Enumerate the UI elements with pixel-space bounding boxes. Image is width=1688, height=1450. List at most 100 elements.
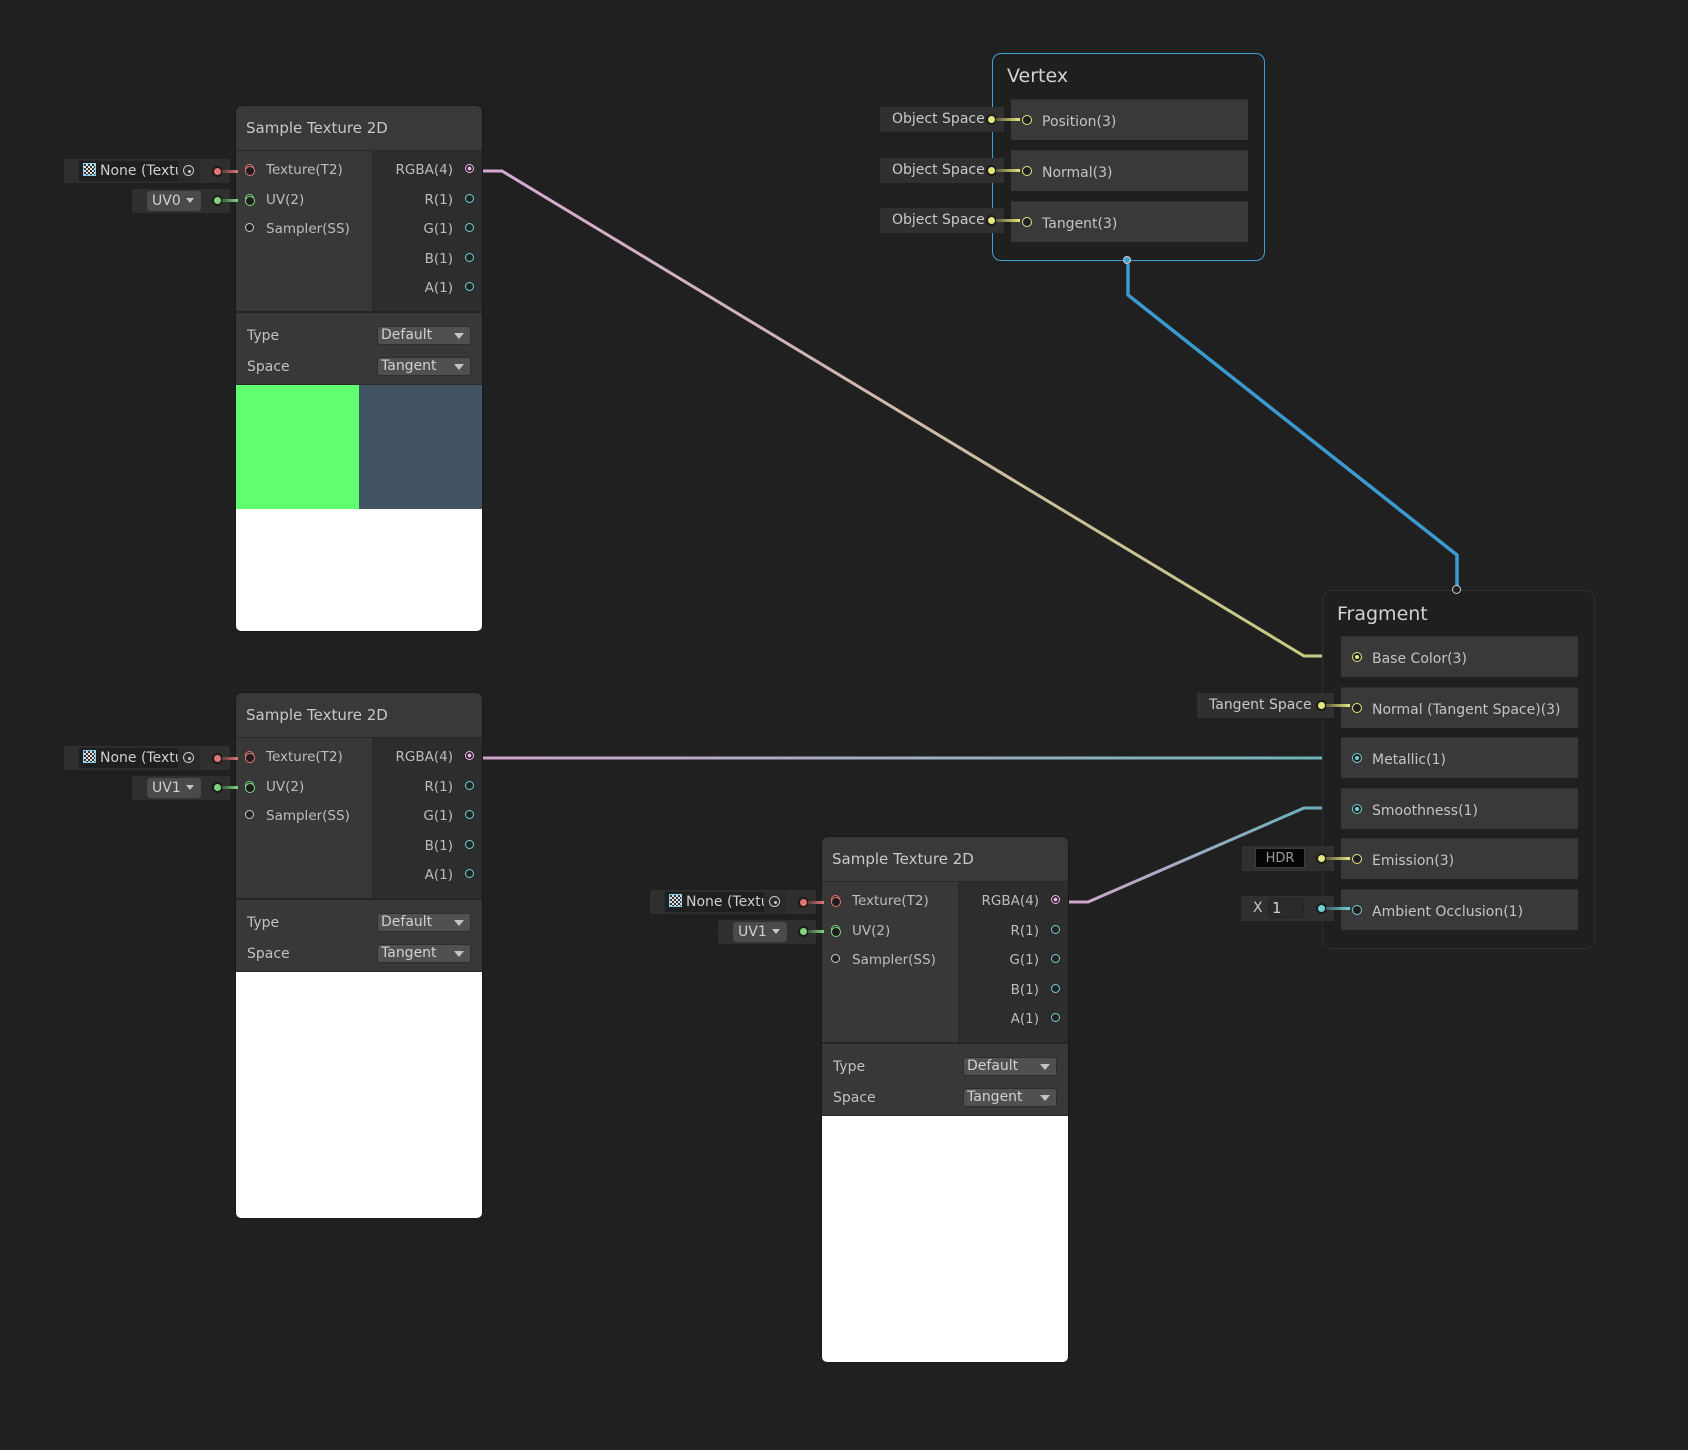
output-port-r[interactable]: R(1) — [424, 775, 474, 799]
fragment-slot-emission[interactable]: Emission(3) — [1341, 839, 1578, 879]
fragment-slot-ambient-occlusion[interactable]: Ambient Occlusion(1) — [1341, 890, 1578, 930]
input-port-sampler[interactable]: Sampler(SS) — [245, 804, 350, 828]
input-port-texture[interactable]: Texture(T2) — [245, 745, 343, 769]
output-port-g[interactable]: G(1) — [423, 804, 474, 828]
uv-channel-dropdown[interactable]: UV1 — [147, 778, 201, 798]
object-picker-icon[interactable] — [178, 747, 200, 769]
vector3-port-icon[interactable] — [1352, 703, 1362, 713]
ao-value-field[interactable]: 1 — [1268, 898, 1304, 918]
fragment-slot-base-color[interactable]: Base Color(3) — [1341, 637, 1578, 677]
sampler-port-icon[interactable] — [245, 222, 254, 232]
sampler-port-icon[interactable] — [245, 809, 254, 819]
port-label: R(1) — [1010, 923, 1039, 939]
fragment-context[interactable]: Fragment Base Color(3) Normal (Tangent S… — [1322, 590, 1595, 949]
vector3-port-icon[interactable] — [1022, 115, 1032, 125]
output-port-rgba[interactable]: RGBA(4) — [396, 745, 474, 769]
input-port-texture[interactable]: Texture(T2) — [245, 158, 343, 182]
output-port-a[interactable]: A(1) — [425, 276, 474, 300]
type-dropdown[interactable]: Default — [963, 1057, 1057, 1076]
vector4-port-icon[interactable] — [1051, 894, 1060, 904]
vector4-port-icon[interactable] — [465, 750, 474, 760]
vertex-slot-normal[interactable]: Normal(3) — [1011, 151, 1248, 191]
fragment-slot-metallic[interactable]: Metallic(1) — [1341, 738, 1578, 778]
setting-type: Type Default — [236, 907, 482, 938]
vertex-context[interactable]: Vertex Position(3) Normal(3) Tangent(3) — [992, 53, 1265, 261]
node-title[interactable]: Sample Texture 2D — [822, 837, 1068, 882]
output-port-b[interactable]: B(1) — [1011, 978, 1060, 1002]
vector1-port-icon[interactable] — [1051, 983, 1060, 993]
texture-object-field[interactable]: None (Textu — [78, 160, 200, 182]
emission-hdr-color-field[interactable]: HDR — [1255, 848, 1305, 868]
normal-default-field[interactable]: Object Space — [880, 158, 1004, 183]
wire-vertex-to-fragment[interactable] — [1126, 264, 1459, 588]
input-port-sampler[interactable]: Sampler(SS) — [245, 217, 350, 241]
vector1-port-icon[interactable] — [1051, 1012, 1060, 1022]
vector1-port-icon[interactable] — [1051, 924, 1060, 934]
texture-stub — [222, 170, 238, 173]
uv-port-ring[interactable] — [245, 196, 255, 206]
vector1-port-icon[interactable] — [1352, 905, 1362, 915]
output-port-b[interactable]: B(1) — [425, 834, 474, 858]
vector1-port-icon[interactable] — [465, 839, 474, 849]
vector1-port-icon[interactable] — [465, 252, 474, 262]
output-port-g[interactable]: G(1) — [1009, 948, 1060, 972]
position-default-field[interactable]: Object Space — [880, 107, 1004, 132]
sample-texture-2d-node[interactable]: Sample Texture 2D Texture(T2) UV(2) Samp… — [822, 837, 1068, 1362]
output-port-rgba[interactable]: RGBA(4) — [982, 889, 1060, 913]
space-dropdown[interactable]: Tangent — [963, 1088, 1057, 1107]
vector4-port-icon[interactable] — [465, 163, 474, 173]
vector3-port-icon[interactable] — [1022, 166, 1032, 176]
vector1-port-icon[interactable] — [1352, 753, 1362, 763]
vector1-port-icon[interactable] — [465, 193, 474, 203]
texture-object-field[interactable]: None (Textu — [78, 747, 200, 769]
vertex-slot-position[interactable]: Position(3) — [1011, 100, 1248, 140]
type-dropdown[interactable]: Default — [377, 913, 471, 932]
vector1-port-icon[interactable] — [465, 868, 474, 878]
vector1-port-icon[interactable] — [465, 222, 474, 232]
fragment-flow-in-port[interactable] — [1452, 585, 1461, 594]
vertex-slot-tangent[interactable]: Tangent(3) — [1011, 202, 1248, 242]
output-port-rgba[interactable]: RGBA(4) — [396, 158, 474, 182]
output-port-r[interactable]: R(1) — [424, 188, 474, 212]
vector3-port-icon[interactable] — [1352, 854, 1362, 864]
input-port-texture[interactable]: Texture(T2) — [831, 889, 929, 913]
sampler-port-icon[interactable] — [831, 953, 840, 963]
uv-port-ring[interactable] — [245, 783, 255, 793]
node-title[interactable]: Sample Texture 2D — [236, 106, 482, 151]
vertex-flow-out-port[interactable] — [1123, 256, 1131, 264]
texture-port-ring[interactable] — [245, 753, 255, 763]
object-picker-icon[interactable] — [764, 891, 786, 913]
vector1-port-icon[interactable] — [465, 281, 474, 291]
output-port-g[interactable]: G(1) — [423, 217, 474, 241]
vector1-port-icon[interactable] — [465, 780, 474, 790]
output-port-b[interactable]: B(1) — [425, 247, 474, 271]
uv-channel-dropdown[interactable]: UV1 — [733, 922, 787, 942]
vector1-port-icon[interactable] — [1352, 804, 1362, 814]
fragment-slot-normal[interactable]: Normal (Tangent Space)(3) — [1341, 688, 1578, 728]
input-port-sampler[interactable]: Sampler(SS) — [831, 948, 936, 972]
vector3-port-icon[interactable] — [1352, 652, 1362, 662]
space-dropdown[interactable]: Tangent — [377, 944, 471, 963]
sample-texture-2d-node[interactable]: Sample Texture 2D Texture(T2) UV(2) Samp… — [236, 106, 482, 631]
output-port-r[interactable]: R(1) — [1010, 919, 1060, 943]
node-title[interactable]: Sample Texture 2D — [236, 693, 482, 738]
output-port-a[interactable]: A(1) — [1011, 1007, 1060, 1031]
space-dropdown[interactable]: Tangent — [377, 357, 471, 376]
sample-texture-2d-node[interactable]: Sample Texture 2D Texture(T2) UV(2) Samp… — [236, 693, 482, 1218]
vector3-port-icon[interactable] — [1022, 217, 1032, 227]
texture-field-value: None (Textu — [100, 750, 184, 766]
texture-port-ring[interactable] — [245, 166, 255, 176]
type-dropdown[interactable]: Default — [377, 326, 471, 345]
output-port-a[interactable]: A(1) — [425, 863, 474, 887]
texture-object-field[interactable]: None (Textu — [664, 891, 786, 913]
uv-port-ring[interactable] — [831, 927, 841, 937]
texture-port-ring[interactable] — [831, 897, 841, 907]
vector1-port-icon[interactable] — [1051, 953, 1060, 963]
vector1-port-icon[interactable] — [465, 809, 474, 819]
object-picker-icon[interactable] — [178, 160, 200, 182]
normal-space-default-field[interactable]: Tangent Space — [1197, 693, 1334, 718]
tangent-default-field[interactable]: Object Space — [880, 208, 1004, 233]
uv-channel-dropdown[interactable]: UV0 — [147, 191, 201, 211]
fragment-slot-smoothness[interactable]: Smoothness(1) — [1341, 789, 1578, 829]
position-stub — [996, 118, 1020, 121]
